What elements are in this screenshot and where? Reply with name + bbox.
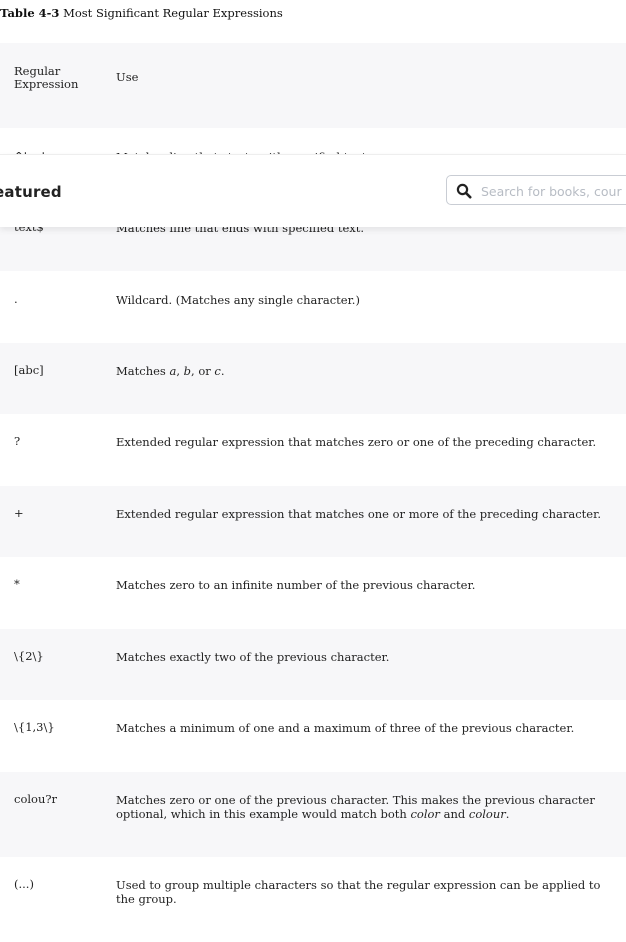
use-cell: Extended regular expression that matches… (116, 435, 597, 449)
regex-cell: \{2\} (14, 649, 44, 663)
use-cell: Extended regular expression that matches… (116, 507, 601, 521)
use-cell: Used to group multiple characters so tha… (116, 878, 601, 906)
regex-cell: (...) (14, 877, 34, 891)
search-icon (456, 183, 472, 199)
use-cell: Matches a minimum of one and a maximum o… (116, 721, 575, 735)
text-span: , or (191, 364, 215, 378)
emphasis-text: colour (468, 807, 506, 821)
header-use: Use (116, 70, 139, 84)
regex-cell: + (14, 506, 24, 520)
use-cell: Matches zero or one of the previous char… (116, 772, 626, 857)
table-row: (...) Used to group multiple characters … (0, 857, 626, 942)
table-title: Most Significant Regular Expressions (63, 6, 283, 20)
table-row: ? Extended regular expression that match… (0, 414, 626, 486)
search-input[interactable] (479, 180, 626, 202)
regex-cell: colou?r (14, 792, 58, 806)
use-cell: Matches exactly two of the previous char… (116, 650, 390, 664)
table-caption: Table 4-3 Most Significant Regular Expre… (0, 6, 283, 20)
regex-cell: . (14, 292, 18, 306)
featured-link[interactable]: eatured (0, 183, 62, 201)
regex-cell: \{1,3\} (14, 720, 55, 734)
text-span: , (176, 364, 184, 378)
text-span: . (220, 364, 225, 378)
table-row: \{2\} Matches exactly two of the previou… (0, 629, 626, 700)
table-row: [abc] Matches a, b, or c. (0, 343, 626, 414)
use-cell: Matches zero to an infinite number of th… (116, 578, 476, 592)
use-cell: Matches a, b, or c. (116, 343, 626, 414)
table-number: Table 4-3 (0, 6, 60, 20)
text-span: Matches (116, 364, 170, 378)
table-row: + Extended regular expression that match… (0, 486, 626, 557)
text-span: Matches zero or one of the previous char… (116, 793, 595, 821)
regex-cell: ? (14, 434, 21, 448)
regex-cell: [abc] (14, 363, 44, 377)
table-row: . Wildcard. (Matches any single characte… (0, 271, 626, 343)
search-box[interactable] (446, 175, 626, 205)
table-row: \{1,3\} Matches a minimum of one and a m… (0, 700, 626, 772)
sticky-top-bar: eatured (0, 154, 626, 227)
text-span: . (505, 807, 510, 821)
regex-cell: * (14, 577, 20, 591)
header-regular-expression: Regular Expression (14, 64, 79, 91)
emphasis-text: color (410, 807, 440, 821)
emphasis-text: b (183, 364, 192, 378)
table-header-row: Regular Expression Use (0, 43, 626, 128)
text-span: and (439, 807, 469, 821)
table-row: colou?r Matches zero or one of the previ… (0, 772, 626, 857)
use-cell: Wildcard. (Matches any single character.… (116, 293, 360, 307)
table-row: * Matches zero to an infinite number of … (0, 557, 626, 629)
